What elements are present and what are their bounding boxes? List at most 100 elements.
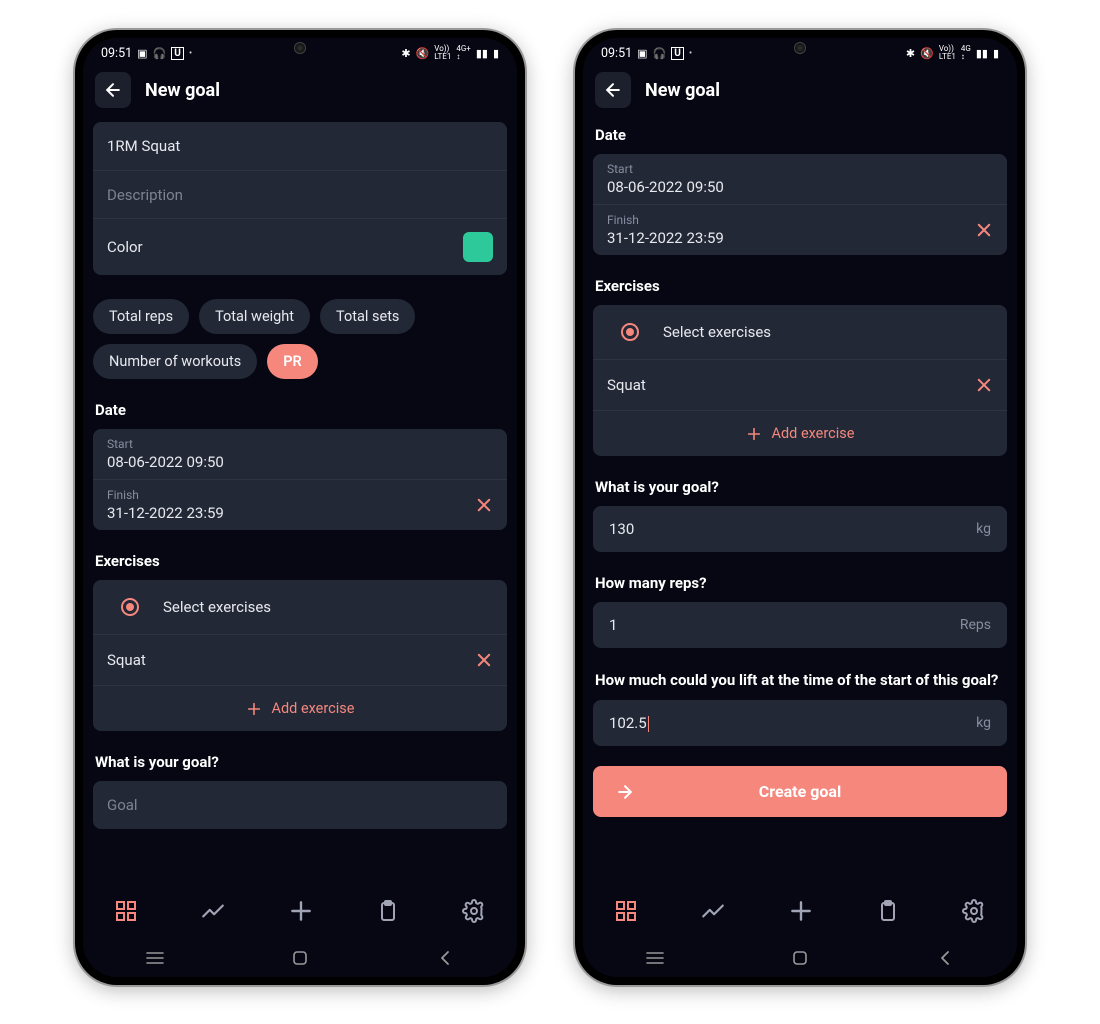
android-back[interactable] [436, 949, 454, 967]
network-type-icon: 4G+↕ [456, 45, 470, 61]
tab-progress[interactable] [700, 898, 726, 924]
goal-value-input[interactable]: 130 kg [593, 506, 1007, 552]
select-exercises-label: Select exercises [663, 323, 771, 341]
remove-exercise-button[interactable] [475, 651, 493, 669]
tab-settings[interactable] [962, 899, 986, 923]
gear-icon [962, 899, 986, 923]
tab-dashboard[interactable] [614, 899, 638, 923]
dashboard-icon [114, 899, 138, 923]
recents-icon [646, 951, 664, 965]
more-icon: • [689, 48, 692, 59]
gallery-icon: ▣ [637, 47, 647, 60]
back-button[interactable] [95, 72, 131, 108]
battery-icon: ▮ [493, 47, 499, 60]
tab-dashboard[interactable] [114, 899, 138, 923]
plus-icon [788, 898, 814, 924]
goal-basic-card: 1RM Squat Description Color [93, 122, 507, 275]
start-label: Start [107, 437, 224, 451]
goal-value-input[interactable]: Goal [93, 781, 507, 829]
add-exercise-label: Add exercise [772, 425, 855, 442]
android-nav-bar [583, 939, 1017, 977]
date-card: Start 08-06-2022 09:50 Finish 31-12-2022… [93, 429, 507, 530]
clear-finish-button[interactable] [475, 496, 493, 514]
page-title: New goal [145, 80, 220, 101]
close-icon [475, 651, 493, 669]
exercises-card: Select exercises Squat Add exercise [93, 580, 507, 731]
more-icon: • [189, 48, 192, 59]
add-exercise-button[interactable]: Add exercise [593, 410, 1007, 456]
mute-icon: 🔇 [416, 47, 430, 60]
add-exercise-button[interactable]: Add exercise [93, 685, 507, 731]
chip-total-sets[interactable]: Total sets [320, 299, 415, 334]
home-icon [792, 950, 808, 966]
color-label: Color [107, 238, 143, 256]
goal-input-card: Goal [93, 781, 507, 829]
select-exercises-row[interactable]: Select exercises [593, 305, 1007, 359]
radio-selected-icon [621, 323, 639, 341]
start-value: 08-06-2022 09:50 [107, 453, 224, 471]
app-header: New goal [583, 64, 1017, 122]
start-value: 08-06-2022 09:50 [607, 178, 724, 196]
clear-finish-button[interactable] [975, 221, 993, 239]
reps-value: 1 [609, 616, 617, 634]
start-label: Start [607, 162, 724, 176]
camera-hole [294, 42, 306, 54]
reps-value-input[interactable]: 1 Reps [593, 602, 1007, 648]
arrow-left-icon [103, 80, 123, 100]
goal-description-input[interactable]: Description [93, 170, 507, 218]
create-goal-button[interactable]: Create goal [593, 766, 1007, 817]
goal-name-input[interactable]: 1RM Squat [93, 122, 507, 170]
back-button[interactable] [595, 72, 631, 108]
baseline-unit: kg [976, 715, 991, 731]
goal-name-value: 1RM Squat [107, 137, 180, 155]
select-exercises-row[interactable]: Select exercises [93, 580, 507, 634]
chip-total-reps[interactable]: Total reps [93, 299, 189, 334]
finish-date-row[interactable]: Finish 31-12-2022 23:59 [593, 204, 1007, 255]
goal-question-label: What is your goal? [595, 478, 1005, 496]
baseline-value-input[interactable]: 102.5 kg [593, 700, 1007, 746]
goal-type-chips: Total reps Total weight Total sets Numbe… [93, 299, 507, 379]
exercise-item-row[interactable]: Squat [93, 634, 507, 685]
exercise-item-row[interactable]: Squat [593, 359, 1007, 410]
android-recents[interactable] [146, 949, 164, 967]
android-recents[interactable] [646, 949, 664, 967]
tab-add[interactable] [788, 898, 814, 924]
chevron-left-icon [939, 950, 951, 966]
chip-pr[interactable]: PR [267, 344, 318, 379]
chip-total-weight[interactable]: Total weight [199, 299, 310, 334]
arrow-left-icon [603, 80, 623, 100]
tab-add[interactable] [288, 898, 314, 924]
close-icon [975, 221, 993, 239]
headphones-icon: 🎧 [153, 47, 167, 60]
signal-icon: ▮▮ [476, 47, 488, 60]
headphones-icon: 🎧 [653, 47, 667, 60]
start-date-row[interactable]: Start 08-06-2022 09:50 [593, 154, 1007, 204]
finish-date-row[interactable]: Finish 31-12-2022 23:59 [93, 479, 507, 530]
chip-number-workouts[interactable]: Number of workouts [93, 344, 257, 379]
status-time: 09:51 [101, 46, 132, 61]
tab-history[interactable] [876, 899, 900, 923]
date-section-label: Date [595, 126, 1005, 144]
text-cursor-icon [648, 716, 649, 732]
android-back[interactable] [936, 949, 954, 967]
tab-progress[interactable] [200, 898, 226, 924]
gallery-icon: ▣ [137, 47, 147, 60]
android-home[interactable] [291, 949, 309, 967]
signal-icon: ▮▮ [976, 47, 988, 60]
android-home[interactable] [791, 949, 809, 967]
date-card: Start 08-06-2022 09:50 Finish 31-12-2022… [593, 154, 1007, 255]
reps-question-label: How many reps? [595, 574, 1005, 592]
android-nav-bar [83, 939, 517, 977]
plus-icon [246, 701, 262, 717]
tab-settings[interactable] [462, 899, 486, 923]
baseline-question-label: How much could you lift at the time of t… [595, 670, 1005, 690]
tab-history[interactable] [376, 899, 400, 923]
remove-exercise-button[interactable] [975, 376, 993, 394]
start-date-row[interactable]: Start 08-06-2022 09:50 [93, 429, 507, 479]
goal-question-label: What is your goal? [95, 753, 505, 771]
exercise-name: Squat [607, 376, 646, 394]
goal-color-row[interactable]: Color [93, 218, 507, 275]
status-time: 09:51 [601, 46, 632, 61]
exercises-section-label: Exercises [595, 277, 1005, 295]
recents-icon [146, 951, 164, 965]
